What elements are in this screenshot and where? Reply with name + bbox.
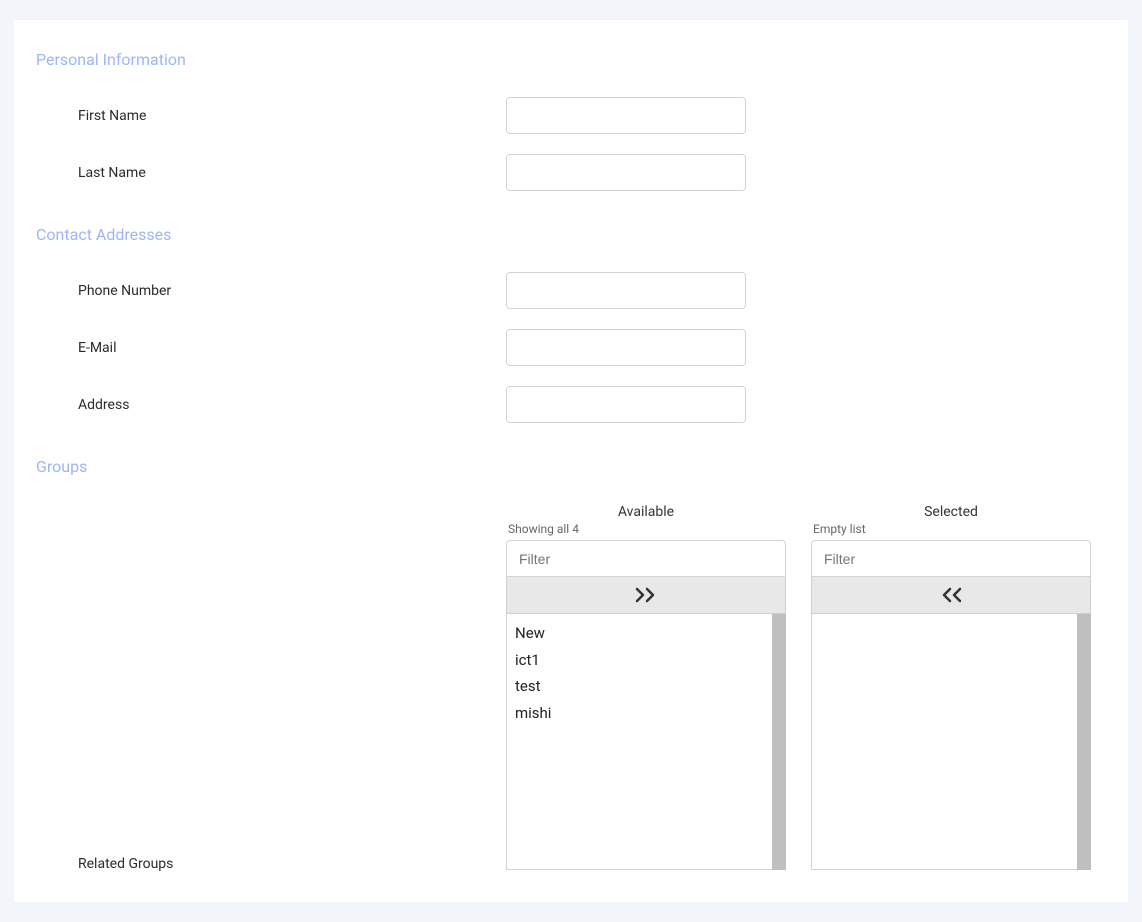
label-related-groups: Related Groups: [78, 856, 173, 872]
chevron-double-left-icon: [939, 587, 963, 603]
input-email[interactable]: [506, 329, 746, 366]
input-address[interactable]: [506, 386, 746, 423]
available-scrollbar[interactable]: [772, 614, 786, 870]
selected-list-wrapper: [811, 614, 1091, 870]
row-first-name: First Name: [36, 97, 1106, 134]
selected-filter-input[interactable]: [811, 540, 1091, 577]
label-email: E-Mail: [36, 340, 506, 356]
available-filter-input[interactable]: [506, 540, 786, 577]
list-item[interactable]: New: [515, 620, 764, 647]
groups-label-column: Related Groups: [36, 504, 506, 872]
available-title: Available: [506, 504, 786, 520]
available-status: Showing all 4: [506, 522, 786, 536]
dual-list: Available Showing all 4 Newict1testmishi: [506, 504, 1091, 872]
list-item[interactable]: ict1: [515, 647, 764, 674]
row-email: E-Mail: [36, 329, 1106, 366]
input-first-name[interactable]: [506, 97, 746, 134]
available-panel: Available Showing all 4 Newict1testmishi: [506, 504, 786, 872]
available-list-wrapper: Newict1testmishi: [506, 614, 786, 870]
selected-scrollbar[interactable]: [1077, 614, 1091, 870]
list-item[interactable]: test: [515, 673, 764, 700]
selected-title: Selected: [811, 504, 1091, 520]
chevron-double-right-icon: [634, 587, 658, 603]
move-all-left-button[interactable]: [811, 577, 1091, 614]
form-container: Personal Information First Name Last Nam…: [14, 20, 1128, 902]
label-phone: Phone Number: [36, 283, 506, 299]
section-header-contact: Contact Addresses: [36, 225, 1106, 244]
selected-list[interactable]: [811, 614, 1077, 870]
input-last-name[interactable]: [506, 154, 746, 191]
groups-container: Related Groups Available Showing all 4: [36, 504, 1106, 872]
move-all-right-button[interactable]: [506, 577, 786, 614]
selected-status: Empty list: [811, 522, 1091, 536]
available-list[interactable]: Newict1testmishi: [506, 614, 772, 870]
section-header-personal: Personal Information: [36, 50, 1106, 69]
row-last-name: Last Name: [36, 154, 1106, 191]
label-address: Address: [36, 397, 506, 413]
label-last-name: Last Name: [36, 165, 506, 181]
label-first-name: First Name: [36, 108, 506, 124]
input-phone[interactable]: [506, 272, 746, 309]
section-header-groups: Groups: [36, 457, 1106, 476]
selected-panel: Selected Empty list: [811, 504, 1091, 872]
row-phone: Phone Number: [36, 272, 1106, 309]
list-item[interactable]: mishi: [515, 700, 764, 727]
row-address: Address: [36, 386, 1106, 423]
